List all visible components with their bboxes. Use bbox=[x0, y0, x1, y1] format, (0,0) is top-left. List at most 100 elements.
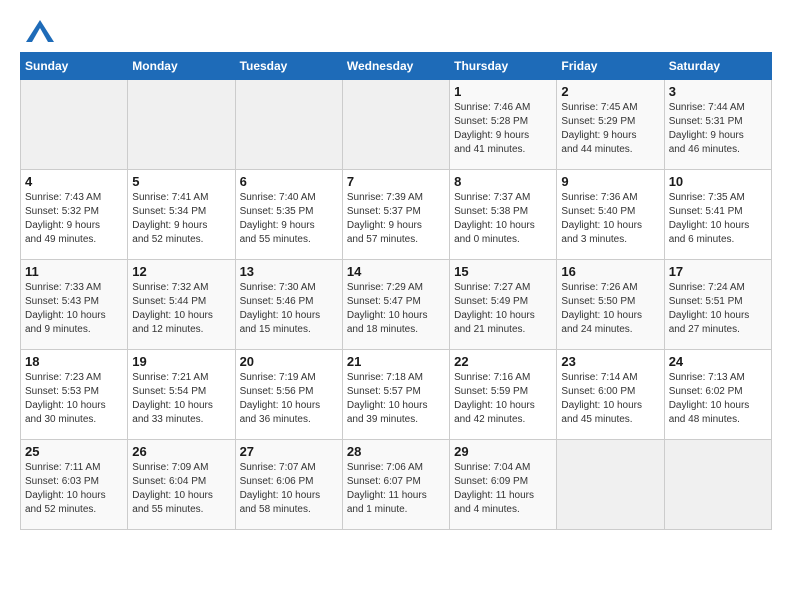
day-info: Sunrise: 7:45 AM Sunset: 5:29 PM Dayligh… bbox=[561, 101, 659, 157]
calendar-cell: 4Sunrise: 7:43 AM Sunset: 5:32 PM Daylig… bbox=[21, 170, 128, 260]
header bbox=[20, 20, 772, 42]
calendar-cell bbox=[664, 440, 771, 530]
calendar-cell bbox=[21, 80, 128, 170]
calendar-cell bbox=[342, 80, 449, 170]
day-info: Sunrise: 7:30 AM Sunset: 5:46 PM Dayligh… bbox=[240, 281, 338, 337]
calendar-cell: 15Sunrise: 7:27 AM Sunset: 5:49 PM Dayli… bbox=[450, 260, 557, 350]
calendar-cell: 2 Sunrise: 7:45 AM Sunset: 5:29 PM Daylig… bbox=[557, 80, 664, 170]
calendar-cell: 14 Sunrise: 7:29 AM Sunset: 5:47 PM Dayli… bbox=[342, 260, 449, 350]
day-number: 11 bbox=[25, 264, 123, 279]
day-number: 15 bbox=[454, 264, 552, 279]
day-number: 29 bbox=[454, 444, 552, 459]
calendar-cell bbox=[128, 80, 235, 170]
day-number: 19 bbox=[132, 354, 230, 369]
day-number: 18 bbox=[25, 354, 123, 369]
header-sunday: Sunday bbox=[21, 53, 128, 80]
calendar-cell: 28 Sunrise: 7:06 AM Sunset: 6:07 PM Dayli… bbox=[342, 440, 449, 530]
day-number: 5 bbox=[132, 174, 230, 189]
day-number: 26 bbox=[132, 444, 230, 459]
day-info: Sunrise: 7:13 AM Sunset: 6:02 PM Dayligh… bbox=[669, 371, 767, 427]
day-number: 8 bbox=[454, 174, 552, 189]
day-info: Sunrise: 7:24 AM Sunset: 5:51 PM Dayligh… bbox=[669, 281, 767, 337]
day-number: 23 bbox=[561, 354, 659, 369]
day-info: Sunrise: 7:35 AM Sunset: 5:41 PM Dayligh… bbox=[669, 191, 767, 247]
day-number: 13 bbox=[240, 264, 338, 279]
calendar-cell: 7Sunrise: 7:39 AM Sunset: 5:37 PM Daylig… bbox=[342, 170, 449, 260]
week-row-1: 4Sunrise: 7:43 AM Sunset: 5:32 PM Daylig… bbox=[21, 170, 772, 260]
day-info: Sunrise: 7:32 AM Sunset: 5:44 PM Dayligh… bbox=[132, 281, 230, 337]
day-info: Sunrise: 7:09 AM Sunset: 6:04 PM Dayligh… bbox=[132, 461, 230, 517]
day-info: Sunrise: 7:36 AM Sunset: 5:40 PM Dayligh… bbox=[561, 191, 659, 247]
day-info: Sunrise: 7:21 AM Sunset: 5:54 PM Dayligh… bbox=[132, 371, 230, 427]
day-number: 16 bbox=[561, 264, 659, 279]
header-row: SundayMondayTuesdayWednesdayThursdayFrid… bbox=[21, 53, 772, 80]
calendar-table: SundayMondayTuesdayWednesdayThursdayFrid… bbox=[20, 52, 772, 530]
day-info: Sunrise: 7:14 AM Sunset: 6:00 PM Dayligh… bbox=[561, 371, 659, 427]
calendar-cell: 29 Sunrise: 7:04 AM Sunset: 6:09 PM Dayli… bbox=[450, 440, 557, 530]
day-number: 25 bbox=[25, 444, 123, 459]
day-number: 21 bbox=[347, 354, 445, 369]
calendar-cell: 16 Sunrise: 7:26 AM Sunset: 5:50 PM Dayli… bbox=[557, 260, 664, 350]
calendar-cell: 19 Sunrise: 7:21 AM Sunset: 5:54 PM Dayli… bbox=[128, 350, 235, 440]
calendar-cell: 27 Sunrise: 7:07 AM Sunset: 6:06 PM Dayli… bbox=[235, 440, 342, 530]
day-number: 6 bbox=[240, 174, 338, 189]
day-info: Sunrise: 7:04 AM Sunset: 6:09 PM Dayligh… bbox=[454, 461, 552, 517]
day-info: Sunrise: 7:41 AM Sunset: 5:34 PM Dayligh… bbox=[132, 191, 230, 247]
calendar-cell bbox=[235, 80, 342, 170]
calendar-cell: 11Sunrise: 7:33 AM Sunset: 5:43 PM Dayli… bbox=[21, 260, 128, 350]
day-info: Sunrise: 7:44 AM Sunset: 5:31 PM Dayligh… bbox=[669, 101, 767, 157]
day-info: Sunrise: 7:06 AM Sunset: 6:07 PM Dayligh… bbox=[347, 461, 445, 517]
header-thursday: Thursday bbox=[450, 53, 557, 80]
week-row-3: 18 Sunrise: 7:23 AM Sunset: 5:53 PM Dayli… bbox=[21, 350, 772, 440]
day-info: Sunrise: 7:43 AM Sunset: 5:32 PM Dayligh… bbox=[25, 191, 123, 247]
week-row-2: 11Sunrise: 7:33 AM Sunset: 5:43 PM Dayli… bbox=[21, 260, 772, 350]
calendar-cell: 5 Sunrise: 7:41 AM Sunset: 5:34 PM Daylig… bbox=[128, 170, 235, 260]
header-wednesday: Wednesday bbox=[342, 53, 449, 80]
day-info: Sunrise: 7:37 AM Sunset: 5:38 PM Dayligh… bbox=[454, 191, 552, 247]
day-info: Sunrise: 7:07 AM Sunset: 6:06 PM Dayligh… bbox=[240, 461, 338, 517]
day-info: Sunrise: 7:29 AM Sunset: 5:47 PM Dayligh… bbox=[347, 281, 445, 337]
day-info: Sunrise: 7:46 AM Sunset: 5:28 PM Dayligh… bbox=[454, 101, 552, 157]
calendar-cell: 26 Sunrise: 7:09 AM Sunset: 6:04 PM Dayli… bbox=[128, 440, 235, 530]
day-number: 24 bbox=[669, 354, 767, 369]
week-row-0: 1 Sunrise: 7:46 AM Sunset: 5:28 PM Daylig… bbox=[21, 80, 772, 170]
calendar-cell: 22 Sunrise: 7:16 AM Sunset: 5:59 PM Dayli… bbox=[450, 350, 557, 440]
calendar-cell: 25 Sunrise: 7:11 AM Sunset: 6:03 PM Dayli… bbox=[21, 440, 128, 530]
day-info: Sunrise: 7:40 AM Sunset: 5:35 PM Dayligh… bbox=[240, 191, 338, 247]
day-number: 22 bbox=[454, 354, 552, 369]
calendar-cell: 20Sunrise: 7:19 AM Sunset: 5:56 PM Dayli… bbox=[235, 350, 342, 440]
calendar-cell: 13 Sunrise: 7:30 AM Sunset: 5:46 PM Dayli… bbox=[235, 260, 342, 350]
day-number: 2 bbox=[561, 84, 659, 99]
day-number: 17 bbox=[669, 264, 767, 279]
calendar-cell: 12 Sunrise: 7:32 AM Sunset: 5:44 PM Dayli… bbox=[128, 260, 235, 350]
day-number: 1 bbox=[454, 84, 552, 99]
day-number: 20 bbox=[240, 354, 338, 369]
calendar-cell: 6 Sunrise: 7:40 AM Sunset: 5:35 PM Daylig… bbox=[235, 170, 342, 260]
day-number: 7 bbox=[347, 174, 445, 189]
calendar-cell: 18 Sunrise: 7:23 AM Sunset: 5:53 PM Dayli… bbox=[21, 350, 128, 440]
calendar-cell: 17 Sunrise: 7:24 AM Sunset: 5:51 PM Dayli… bbox=[664, 260, 771, 350]
day-info: Sunrise: 7:23 AM Sunset: 5:53 PM Dayligh… bbox=[25, 371, 123, 427]
day-info: Sunrise: 7:18 AM Sunset: 5:57 PM Dayligh… bbox=[347, 371, 445, 427]
day-number: 10 bbox=[669, 174, 767, 189]
day-info: Sunrise: 7:26 AM Sunset: 5:50 PM Dayligh… bbox=[561, 281, 659, 337]
calendar-cell: 9Sunrise: 7:36 AM Sunset: 5:40 PM Daylig… bbox=[557, 170, 664, 260]
calendar-cell: 23 Sunrise: 7:14 AM Sunset: 6:00 PM Dayli… bbox=[557, 350, 664, 440]
header-monday: Monday bbox=[128, 53, 235, 80]
header-saturday: Saturday bbox=[664, 53, 771, 80]
calendar-cell: 21 Sunrise: 7:18 AM Sunset: 5:57 PM Dayli… bbox=[342, 350, 449, 440]
day-info: Sunrise: 7:11 AM Sunset: 6:03 PM Dayligh… bbox=[25, 461, 123, 517]
logo bbox=[20, 20, 54, 42]
calendar-cell: 3Sunrise: 7:44 AM Sunset: 5:31 PM Daylig… bbox=[664, 80, 771, 170]
day-number: 28 bbox=[347, 444, 445, 459]
day-number: 27 bbox=[240, 444, 338, 459]
day-number: 12 bbox=[132, 264, 230, 279]
logo-icon bbox=[26, 20, 54, 42]
calendar-cell: 1 Sunrise: 7:46 AM Sunset: 5:28 PM Daylig… bbox=[450, 80, 557, 170]
calendar-cell bbox=[557, 440, 664, 530]
day-number: 14 bbox=[347, 264, 445, 279]
calendar-cell: 8 Sunrise: 7:37 AM Sunset: 5:38 PM Daylig… bbox=[450, 170, 557, 260]
day-info: Sunrise: 7:16 AM Sunset: 5:59 PM Dayligh… bbox=[454, 371, 552, 427]
calendar-cell: 10 Sunrise: 7:35 AM Sunset: 5:41 PM Dayli… bbox=[664, 170, 771, 260]
header-tuesday: Tuesday bbox=[235, 53, 342, 80]
